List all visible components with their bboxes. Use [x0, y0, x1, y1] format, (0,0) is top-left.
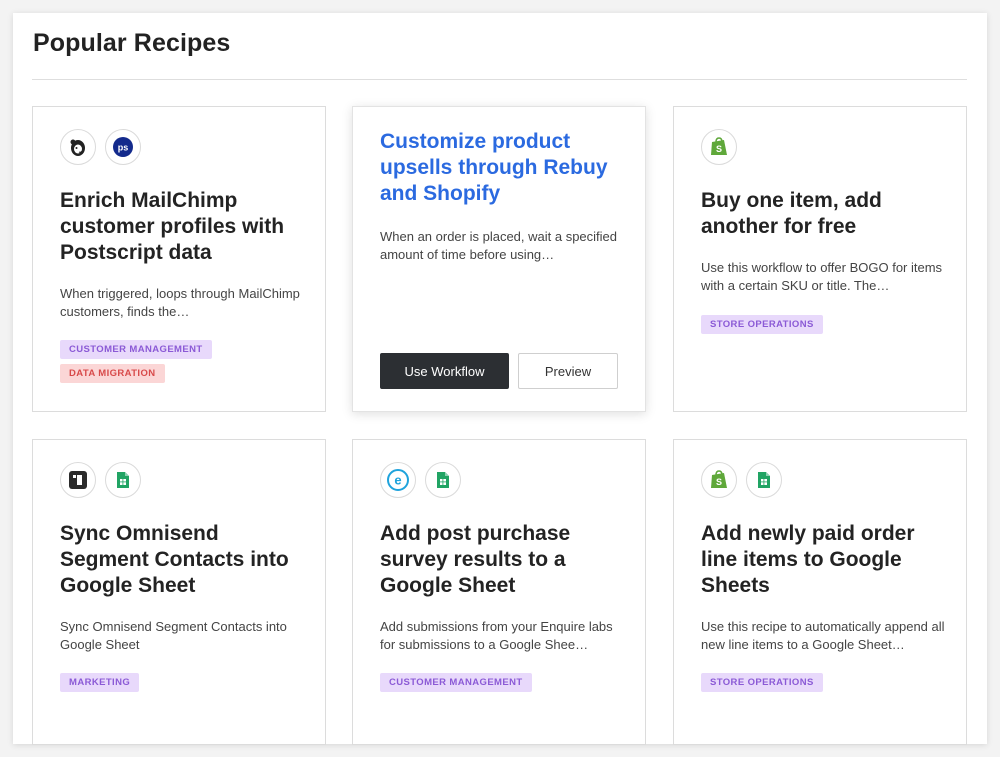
recipe-card-enquire-sheets[interactable]: e Add post purchase survey results to a …: [352, 439, 646, 745]
omnisend-icon: [60, 462, 96, 498]
postscript-icon: ps: [105, 129, 141, 165]
svg-text:e: e: [394, 473, 401, 488]
card-title: Sync Omnisend Segment Contacts into Goog…: [60, 522, 289, 597]
card-title: Add post purchase survey results to a Go…: [380, 522, 571, 597]
shopify-icon: S: [701, 462, 737, 498]
card-title: Add newly paid order line items to Googl…: [701, 522, 915, 597]
tag-customer-management: Customer Management: [60, 340, 212, 359]
card-description: When triggered, loops through MailChimp …: [60, 286, 300, 319]
card-description: When an order is placed, wait a specifie…: [380, 229, 618, 262]
tag-customer-management: Customer Management: [380, 673, 532, 692]
recipe-card-rebuy-shopify[interactable]: Customize product upsells through Rebuy …: [352, 106, 646, 412]
shopify-icon: S: [701, 129, 737, 165]
card-description: Sync Omnisend Segment Contacts into Goog…: [60, 619, 287, 652]
google-sheets-icon: [425, 462, 461, 498]
tag-store-operations: Store Operations: [701, 673, 823, 692]
google-sheets-icon: [105, 462, 141, 498]
enquire-icon: e: [380, 462, 416, 498]
recipe-card-omnisend-sheets[interactable]: Sync Omnisend Segment Contacts into Goog…: [32, 439, 326, 745]
card-icons: ps: [60, 129, 141, 165]
tag-marketing: Marketing: [60, 673, 140, 692]
card-title: Enrich MailChimp customer profiles with …: [60, 189, 285, 264]
recipe-card-mailchimp-postscript[interactable]: ps Enrich MailChimp customer profiles wi…: [32, 106, 326, 412]
card-icons: e: [380, 462, 461, 498]
card-icons: S: [701, 129, 737, 165]
svg-text:S: S: [716, 477, 722, 487]
card-icons: [60, 462, 141, 498]
card-title: Buy one item, add another for free: [701, 189, 882, 238]
google-sheets-icon: [746, 462, 782, 498]
card-tags: Customer Management Data Migration: [60, 340, 212, 383]
tag-data-migration: Data Migration: [60, 364, 165, 383]
card-tags: Customer Management: [380, 673, 532, 692]
card-title: Customize product upsells through Rebuy …: [380, 130, 608, 205]
svg-text:ps: ps: [118, 143, 129, 153]
recipe-card-bogo[interactable]: S Buy one item, add another for free Use…: [673, 106, 967, 412]
use-workflow-button[interactable]: Use Workflow: [380, 353, 509, 389]
card-icons: S: [701, 462, 782, 498]
card-description: Use this workflow to offer BOGO for item…: [701, 260, 943, 293]
card-description: Use this recipe to automatically append …: [701, 619, 945, 652]
card-tags: Store Operations: [701, 315, 823, 334]
recipe-card-shopify-sheets[interactable]: S Add newly paid order line items to Goo…: [673, 439, 967, 745]
svg-text:S: S: [716, 144, 722, 154]
panel-title: Popular Recipes: [33, 29, 231, 57]
card-tags: Marketing: [60, 673, 140, 692]
tag-store-operations: Store Operations: [701, 315, 823, 334]
card-description: Add submissions from your Enquire labs f…: [380, 619, 613, 652]
divider: [32, 79, 967, 80]
popular-recipes-panel: Popular Recipes ps Enrich MailChimp cust…: [13, 13, 987, 745]
preview-button[interactable]: Preview: [518, 353, 618, 389]
mailchimp-icon: [60, 129, 96, 165]
card-tags: Store Operations: [701, 673, 823, 692]
